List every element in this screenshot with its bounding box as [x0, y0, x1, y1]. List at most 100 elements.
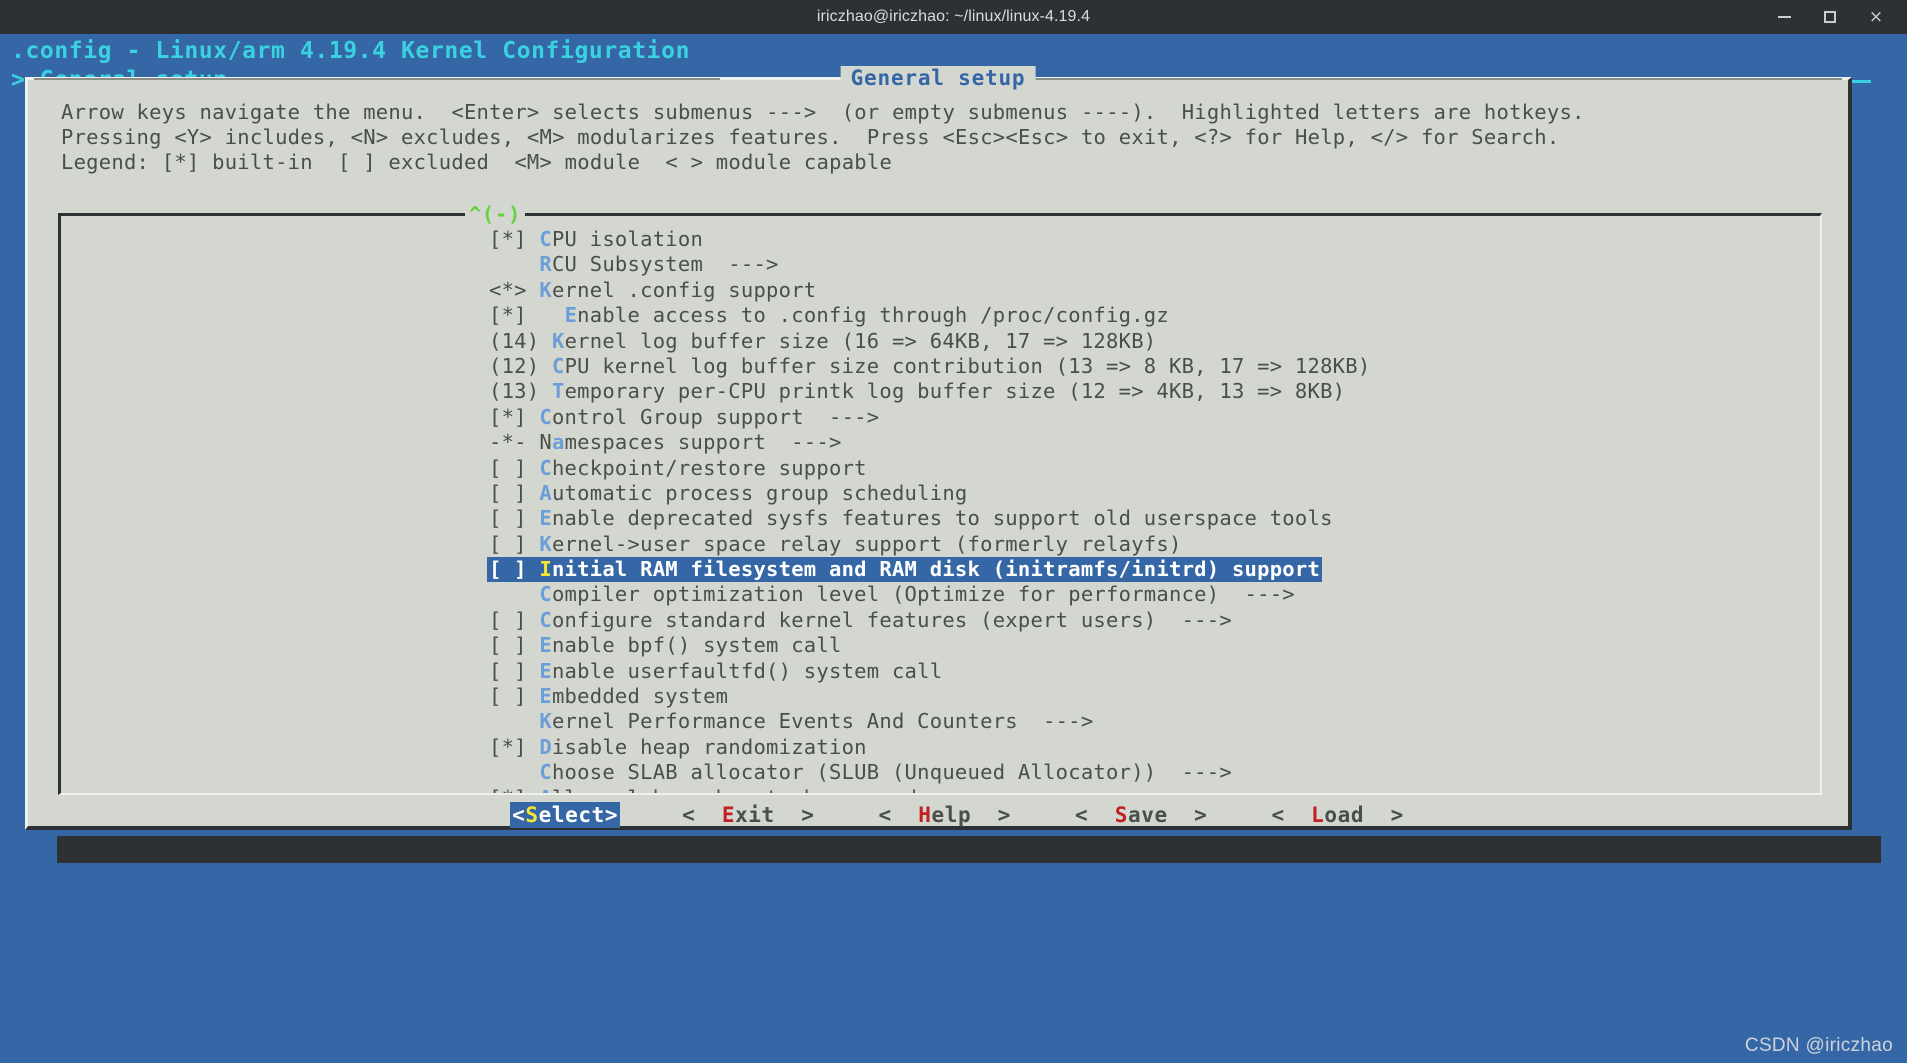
menu-item-label: [ ] Enable userfaultfd() system call: [489, 659, 942, 683]
button-label: elp >: [932, 803, 1011, 827]
general-setup-dialog: General setup Arrow keys navigate the me…: [25, 77, 1852, 830]
minimize-icon[interactable]: [1773, 6, 1795, 28]
menu-item-prefix: [ ]: [489, 481, 539, 505]
menu-item-hotkey: E: [565, 303, 578, 327]
terminal-window: iriczhao@iriczhao: ~/linux/linux-4.19.4 …: [0, 0, 1907, 1063]
menu-item-prefix: [ ]: [489, 456, 539, 480]
menu-item-label: [*] Control Group support --->: [489, 405, 879, 429]
button-label: oad >: [1324, 803, 1403, 827]
menu-item-hotkey: T: [552, 379, 565, 403]
menu-item-label: -*- Namespaces support --->: [489, 430, 842, 454]
menu-item-label: [ ] Embedded system: [489, 684, 728, 708]
button-select[interactable]: <Select>: [510, 802, 620, 828]
menu-item[interactable]: [*] Disable heap randomization: [61, 735, 1820, 760]
button-help[interactable]: < Help >: [877, 802, 1013, 828]
button-hotkey: E: [722, 803, 735, 827]
menu-item-prefix: [ ]: [489, 557, 539, 581]
button-bracket-left: <: [1075, 803, 1115, 827]
menu-item-hotkey: E: [539, 633, 552, 657]
button-bracket-left: <: [682, 803, 722, 827]
menu-item-text: PU kernel log buffer size contribution (…: [565, 354, 1371, 378]
menu-item-text: nitial RAM filesystem and RAM disk (init…: [552, 557, 1320, 581]
menu-item[interactable]: [ ] Checkpoint/restore support: [61, 456, 1820, 481]
menu-item-selected[interactable]: [ ] Initial RAM filesystem and RAM disk …: [61, 557, 1820, 582]
menu-item-prefix: [*]: [489, 735, 539, 759]
menu-item-label: Compiler optimization level (Optimize fo…: [489, 582, 1295, 606]
menu-item[interactable]: [*] Enable access to .config through /pr…: [61, 303, 1820, 328]
menu-item-label: RCU Subsystem --->: [489, 252, 779, 276]
button-load[interactable]: < Load >: [1269, 802, 1405, 828]
window-controls: ×: [1773, 0, 1901, 34]
button-label: xit >: [735, 803, 814, 827]
button-bracket-left: <: [512, 803, 525, 827]
menu-item[interactable]: [ ] Configure standard kernel features (…: [61, 608, 1820, 633]
menu-item-hotkey: C: [539, 227, 552, 251]
menu-item-prefix: [ ]: [489, 659, 539, 683]
menu-item-prefix: [489, 709, 539, 733]
menu-item-label: [*] CPU isolation: [489, 227, 703, 251]
menu-item[interactable]: [ ] Enable userfaultfd() system call: [61, 659, 1820, 684]
menu-item[interactable]: (12) CPU kernel log buffer size contribu…: [61, 354, 1820, 379]
menu-item[interactable]: [ ] Enable deprecated sysfs features to …: [61, 506, 1820, 531]
menu-item-hotkey: C: [539, 760, 552, 784]
menu-item-text: PU isolation: [552, 227, 703, 251]
menu-item-label: [*] Enable access to .config through /pr…: [489, 303, 1169, 327]
menu-item-hotkey: R: [539, 252, 552, 276]
menu-item-prefix: [ ]: [489, 506, 539, 530]
menu-item-text: mbedded system: [552, 684, 728, 708]
menu-item-prefix: [ ]: [489, 684, 539, 708]
menu-item-hotkey: A: [539, 786, 552, 795]
menu-item-text: llow slab caches to be merged: [552, 786, 917, 795]
menu-item-hotkey: E: [539, 684, 552, 708]
menu-item-label: (12) CPU kernel log buffer size contribu…: [489, 354, 1370, 378]
menu-item[interactable]: [ ] Enable bpf() system call: [61, 633, 1820, 658]
menu-item[interactable]: <*> Kernel .config support: [61, 278, 1820, 303]
menu-item[interactable]: [ ] Kernel->user space relay support (fo…: [61, 532, 1820, 557]
config-title: .config - Linux/arm 4.19.4 Kernel Config…: [11, 34, 1901, 64]
watermark: CSDN @iriczhao: [1745, 1035, 1893, 1057]
menu-item-prefix: [ ]: [489, 532, 539, 556]
menu-item-prefix: -*- N: [489, 430, 552, 454]
menu-item-label: [ ] Kernel->user space relay support (fo…: [489, 532, 1182, 556]
menu-item[interactable]: [*] CPU isolation: [61, 227, 1820, 252]
menu-item[interactable]: (14) Kernel log buffer size (16 => 64KB,…: [61, 329, 1820, 354]
close-icon[interactable]: ×: [1865, 6, 1887, 28]
menu-item[interactable]: -*- Namespaces support --->: [61, 430, 1820, 455]
dialog-button-bar: <Select>< Exit >< Help >< Save >< Load >: [28, 802, 1868, 828]
menu-item-label: <*> Kernel .config support: [489, 278, 816, 302]
button-label: ave >: [1128, 803, 1207, 827]
button-bracket-left: <: [879, 803, 919, 827]
menu-item[interactable]: (13) Temporary per-CPU printk log buffer…: [61, 379, 1820, 404]
menu-item-hotkey: K: [539, 278, 552, 302]
button-hotkey: H: [918, 803, 931, 827]
menu-item-label: Choose SLAB allocator (SLUB (Unqueued Al…: [489, 760, 1232, 784]
menu-item-container: [*] CPU isolation RCU Subsystem ---><*> …: [61, 227, 1820, 795]
menu-item-prefix: [*]: [489, 303, 565, 327]
menu-item[interactable]: [ ] Automatic process group scheduling: [61, 481, 1820, 506]
menu-item-prefix: [489, 760, 539, 784]
menu-item-text: nable userfaultfd() system call: [552, 659, 942, 683]
button-hotkey: S: [1115, 803, 1128, 827]
menu-item-text: nable deprecated sysfs features to suppo…: [552, 506, 1333, 530]
menu-item[interactable]: Compiler optimization level (Optimize fo…: [61, 582, 1820, 607]
menu-item[interactable]: Kernel Performance Events And Counters -…: [61, 709, 1820, 734]
menu-item-text: nable bpf() system call: [552, 633, 842, 657]
maximize-icon[interactable]: [1819, 6, 1841, 28]
menu-listbox[interactable]: [*] CPU isolation RCU Subsystem ---><*> …: [58, 213, 1822, 795]
menu-item-hotkey: C: [539, 582, 552, 606]
menu-item[interactable]: [*] Allow slab caches to be merged: [61, 786, 1820, 795]
button-save[interactable]: < Save >: [1073, 802, 1209, 828]
menu-item[interactable]: [ ] Embedded system: [61, 684, 1820, 709]
menu-item-text: ernel .config support: [552, 278, 816, 302]
menu-item-hotkey: C: [539, 405, 552, 429]
button-exit[interactable]: < Exit >: [680, 802, 816, 828]
menuconfig-screen: .config - Linux/arm 4.19.4 Kernel Config…: [0, 34, 1907, 1063]
help-line-legend: Legend: [*] built-in [ ] excluded <M> mo…: [61, 150, 1821, 175]
menu-item-text: nable access to .config through /proc/co…: [577, 303, 1169, 327]
menu-item[interactable]: RCU Subsystem --->: [61, 252, 1820, 277]
menu-item-hotkey: a: [552, 430, 565, 454]
menu-item[interactable]: Choose SLAB allocator (SLUB (Unqueued Al…: [61, 760, 1820, 785]
menu-item[interactable]: [*] Control Group support --->: [61, 405, 1820, 430]
terminal-bottom-strip: [57, 836, 1881, 863]
menu-item-label: [ ] Enable bpf() system call: [489, 633, 842, 657]
